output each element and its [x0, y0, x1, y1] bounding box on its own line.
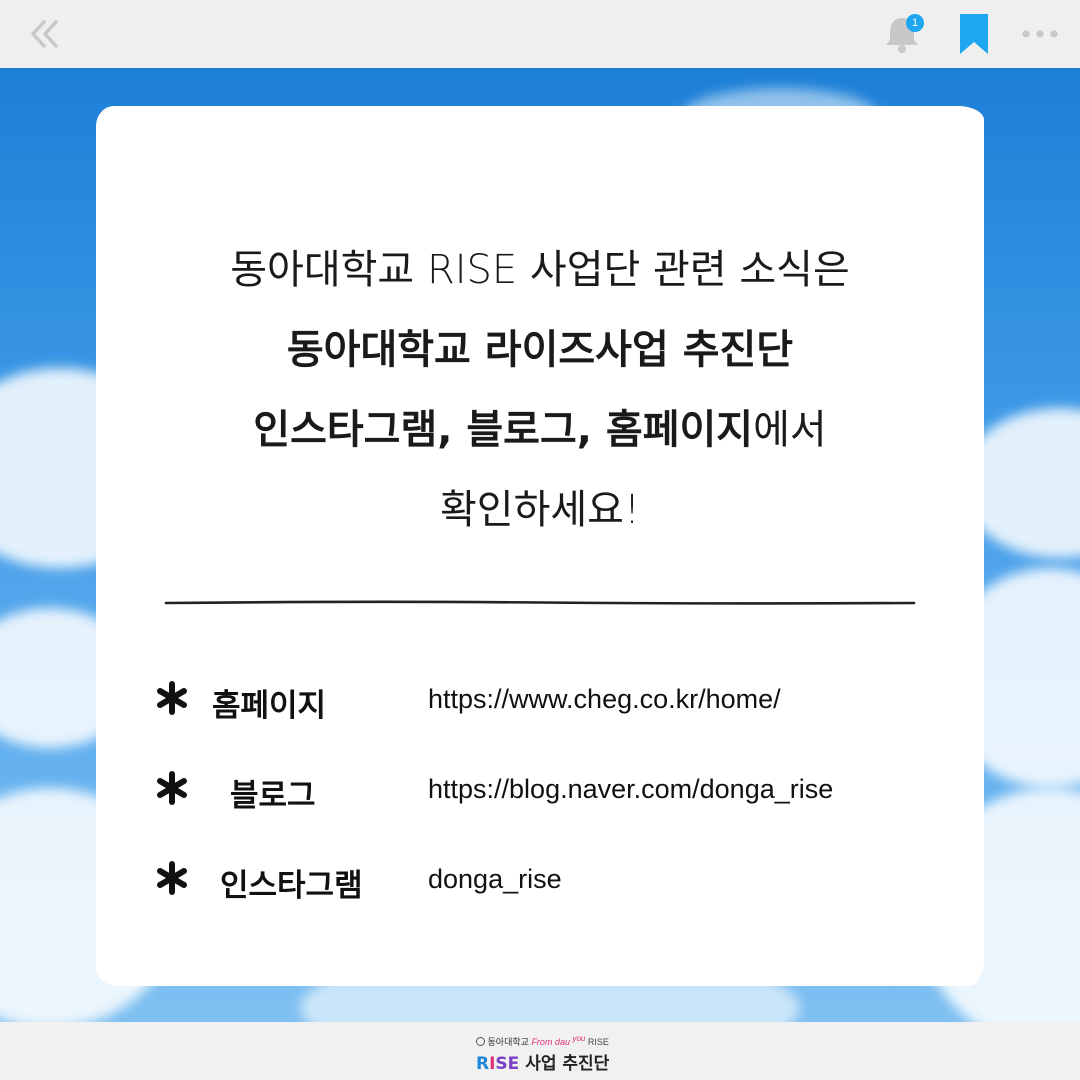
headline-line-4: 확인하세요!: [439, 487, 641, 533]
footer: 동아대학교 From dau you RISE RISE 사업 추진단: [0, 1022, 1080, 1080]
footer-slogan-from: From dau: [531, 1037, 570, 1047]
headline-line-1: 동아대학교 RISE 사업단 관련 소식은: [230, 247, 850, 293]
link-row-homepage: 홈페이지 https://www.cheg.co.kr/home/: [154, 666, 934, 756]
footer-university: 동아대학교: [487, 1037, 529, 1047]
footer-slogan-rise: RISE: [587, 1037, 609, 1047]
top-toolbar: 1: [0, 0, 1080, 68]
headline: 동아대학교 RISE 사업단 관련 소식은 동아대학교 라이즈사업 추진단 인스…: [96, 230, 984, 550]
university-seal-icon: [476, 1037, 485, 1046]
footer-slogan-you: you: [572, 1034, 586, 1043]
brand-rest: 사업 추진단: [525, 1054, 610, 1074]
more-horizontal-icon: [1022, 30, 1058, 38]
asterisk-icon: [157, 681, 187, 715]
headline-line-3-bold: 인스타그램, 블로그, 홈페이지: [253, 407, 754, 453]
info-card: 동아대학교 RISE 사업단 관련 소식은 동아대학교 라이즈사업 추진단 인스…: [96, 106, 984, 986]
asterisk-icon: [157, 861, 187, 895]
notification-badge: 1: [906, 14, 924, 32]
bookmark-icon: [960, 14, 988, 54]
divider: [164, 600, 916, 605]
bookmark-button[interactable]: [956, 12, 992, 56]
headline-line-3: 인스타그램, 블로그, 홈페이지에서: [96, 390, 984, 470]
link-row-blog: 블로그 https://blog.naver.com/donga_rise: [154, 756, 934, 846]
asterisk-icon: [157, 771, 187, 805]
blog-label: 블로그: [230, 778, 316, 814]
brand-letter-r: R: [476, 1054, 490, 1074]
headline-line-2-text: 동아대학교 라이즈사업 추진단: [286, 327, 794, 373]
instagram-handle[interactable]: donga_rise: [428, 864, 562, 895]
headline-line-2: 동아대학교 라이즈사업 추진단: [96, 310, 984, 390]
link-row-instagram: 인스타그램 donga_rise: [154, 846, 934, 936]
links-list: 홈페이지 https://www.cheg.co.kr/home/ 블로그 ht…: [154, 666, 934, 936]
brand-letters-se: SE: [495, 1054, 520, 1074]
notifications-button[interactable]: 1: [880, 12, 924, 56]
headline-line-3-rest: 에서: [753, 407, 827, 453]
more-options-button[interactable]: [1016, 18, 1064, 50]
footer-brand: RISE 사업 추진단: [476, 1049, 609, 1074]
back-button[interactable]: [22, 14, 66, 54]
blog-url[interactable]: https://blog.naver.com/donga_rise: [428, 774, 833, 805]
footer-logo-top: 동아대학교 From dau you RISE: [476, 1034, 636, 1048]
instagram-label: 인스타그램: [220, 868, 363, 904]
double-chevron-left-icon: [31, 20, 58, 48]
homepage-url[interactable]: https://www.cheg.co.kr/home/: [428, 684, 781, 715]
homepage-label: 홈페이지: [212, 688, 327, 724]
